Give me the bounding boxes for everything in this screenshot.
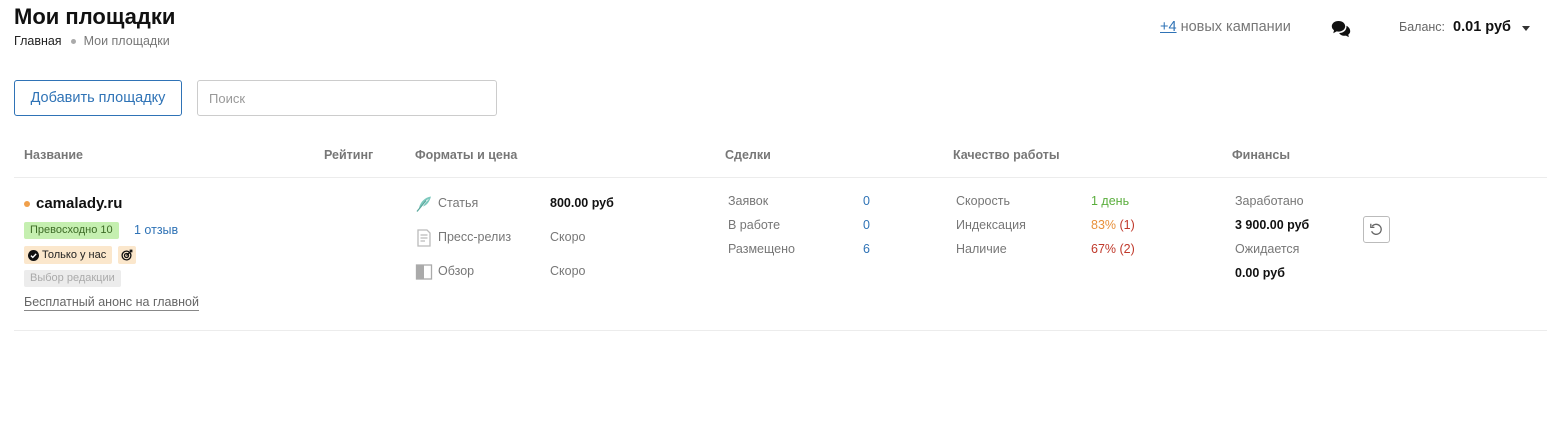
target-badge — [118, 246, 136, 264]
quality-indexation-count[interactable]: (1) — [1120, 218, 1135, 232]
quality-availability-value: 67% (2) — [1091, 242, 1135, 256]
format-label: Обзор — [438, 264, 475, 278]
feather-icon — [416, 196, 431, 212]
format-price: Скоро — [550, 230, 586, 244]
column-header-formats: Форматы и цена — [415, 148, 518, 162]
chat-icon[interactable] — [1331, 20, 1351, 38]
format-price: Скоро — [550, 264, 586, 278]
chevron-down-icon[interactable] — [1522, 26, 1530, 31]
page-title: Мои площадки — [14, 4, 176, 29]
breadcrumb-separator — [70, 38, 76, 44]
press-release-icon — [417, 229, 431, 247]
deals-requests-value[interactable]: 0 — [863, 194, 870, 208]
breadcrumb: Главная Мои площадки — [14, 34, 170, 48]
balance: Баланс: 0.01 руб — [1399, 19, 1511, 35]
quality-indexation-value: 83% (1) — [1091, 218, 1135, 232]
column-header-rating: Рейтинг — [324, 148, 374, 162]
quality-availability-percent: 67% — [1091, 242, 1117, 256]
breadcrumb-home-link[interactable]: Главная — [14, 34, 62, 48]
deals-placed-value[interactable]: 6 — [863, 242, 870, 256]
breadcrumb-current: Мои площадки — [83, 34, 170, 48]
exclusive-badge-label: Только у нас — [42, 249, 107, 261]
target-icon — [121, 249, 133, 261]
row-divider — [14, 330, 1547, 331]
quality-speed-value: 1 день — [1091, 194, 1130, 208]
new-campaigns-text: новых кампании — [1180, 19, 1291, 35]
review-icon — [415, 264, 433, 280]
finance-earned-label: Заработано — [1235, 194, 1304, 208]
column-header-name: Название — [24, 148, 84, 162]
undo-icon — [1370, 223, 1382, 235]
editor-choice-badge: Выбор редакции — [24, 270, 121, 287]
rating-badge: Превосходно 10 — [24, 222, 119, 239]
deals-placed-label: Размещено — [728, 242, 795, 256]
quality-indexation-percent: 83% — [1091, 218, 1117, 232]
deals-in-progress-value[interactable]: 0 — [863, 218, 870, 232]
column-header-deals: Сделки — [725, 148, 771, 162]
site-name[interactable]: camalady.ru — [36, 195, 122, 212]
header-divider — [14, 177, 1547, 178]
column-header-finance: Финансы — [1232, 148, 1291, 162]
search-input[interactable] — [197, 80, 497, 116]
balance-amount: 0.01 руб — [1453, 19, 1511, 35]
format-label: Статья — [438, 196, 479, 210]
free-promo-link[interactable]: Бесплатный анонс на главной — [24, 295, 199, 311]
quality-availability-label: Наличие — [956, 242, 1007, 256]
quality-speed-label: Скорость — [956, 194, 1010, 208]
exclusive-badge: Только у нас — [24, 246, 113, 264]
restore-button[interactable] — [1363, 216, 1390, 243]
format-label: Пресс-релиз — [438, 230, 512, 244]
check-circle-icon — [28, 249, 39, 261]
quality-indexation-label: Индексация — [956, 218, 1026, 232]
finance-expected-label: Ожидается — [1235, 242, 1300, 256]
new-campaigns-count-link[interactable]: +4 — [1160, 19, 1177, 35]
reviews-link[interactable]: 1 отзыв — [134, 223, 178, 237]
format-price: 800.00 руб — [550, 196, 614, 210]
deals-requests-label: Заявок — [728, 194, 769, 208]
quality-availability-count[interactable]: (2) — [1120, 242, 1135, 256]
column-header-quality: Качество работы — [953, 148, 1060, 162]
finance-expected-value: 0.00 руб — [1235, 266, 1285, 280]
site-status-dot — [24, 201, 30, 207]
finance-earned-value: 3 900.00 руб — [1235, 218, 1310, 232]
deals-in-progress-label: В работе — [728, 218, 781, 232]
balance-label: Баланс: — [1399, 20, 1446, 34]
new-campaigns: +4 новых кампании — [1160, 19, 1291, 35]
add-site-button[interactable]: Добавить площадку — [14, 80, 182, 116]
